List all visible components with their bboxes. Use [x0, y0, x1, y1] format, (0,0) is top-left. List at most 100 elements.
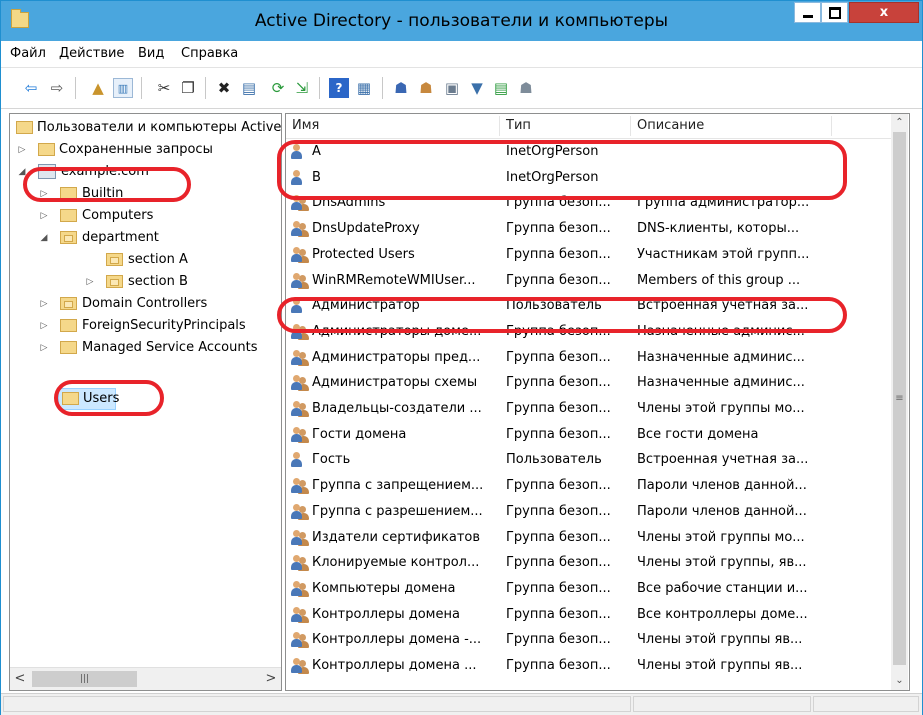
expand-arrow-icon[interactable]: ▷: [40, 293, 48, 315]
cut-icon[interactable]: ✂: [154, 78, 174, 98]
scroll-thumb[interactable]: ≡: [893, 132, 906, 665]
copy-icon[interactable]: ❐: [178, 78, 198, 98]
collapse-arrow-icon[interactable]: ◢: [40, 227, 48, 249]
scroll-right-icon[interactable]: >: [261, 668, 281, 690]
show-tree-icon[interactable]: ▥: [113, 78, 133, 98]
list-row[interactable]: Клонируемые контрол... Группа безоп... Чле…: [286, 551, 891, 575]
new-group-icon[interactable]: ☗: [416, 78, 436, 98]
cell-type: Группа безоп...: [506, 272, 611, 288]
list-row[interactable]: A InetOrgPerson: [286, 140, 891, 164]
list-row[interactable]: Группа с запрещением... Группа безоп... Па…: [286, 474, 891, 498]
list-header: Имя Тип Описание: [286, 114, 891, 139]
list-row[interactable]: Protected Users Группа безоп... Участникам…: [286, 243, 891, 267]
maximize-icon: [829, 7, 841, 19]
list-row[interactable]: Администраторы схемы Группа безоп... Назна…: [286, 371, 891, 395]
expand-arrow-icon[interactable]: ▷: [40, 183, 48, 205]
cell-type: Группа безоп...: [506, 478, 611, 494]
tree-item-computers[interactable]: ▷ Computers: [10, 205, 281, 227]
cell-description: Члены этой группы мо...: [637, 529, 805, 545]
scroll-up-icon[interactable]: ⌃: [891, 114, 908, 131]
expand-arrow-icon[interactable]: ▷: [40, 315, 48, 337]
list-row[interactable]: Группа с разрешением... Группа безоп... Па…: [286, 500, 891, 524]
column-header-description[interactable]: Описание: [631, 114, 831, 138]
tree-item-root[interactable]: Пользователи и компьютеры Active Directo…: [10, 117, 281, 139]
export-icon[interactable]: ⇲: [292, 78, 312, 98]
expand-arrow-icon[interactable]: ▷: [40, 337, 48, 359]
list-row[interactable]: Гости домена Группа безоп... Все гости дом…: [286, 423, 891, 447]
up-folder-icon[interactable]: ▲: [88, 78, 108, 98]
list-vertical-scrollbar[interactable]: ⌃ ≡ ⌄: [891, 114, 908, 690]
tree-item-department[interactable]: ◢ department: [10, 227, 281, 249]
tree-item-managed[interactable]: ▷ Managed Service Accounts: [10, 337, 281, 359]
tree-item-label: Computers: [82, 208, 154, 223]
filter-icon[interactable]: ▼: [467, 78, 487, 98]
back-arrow-icon[interactable]: ⇦: [21, 78, 41, 98]
tree-item-domain[interactable]: ◢ example.com: [10, 161, 281, 183]
list-row[interactable]: B InetOrgPerson: [286, 166, 891, 190]
list-row[interactable]: DnsAdmins Группа безоп... Группа администр…: [286, 191, 891, 215]
tree-item-builtin[interactable]: ▷ Builtin: [10, 183, 281, 205]
cell-type: Группа безоп...: [506, 221, 611, 237]
tree-item-section-a[interactable]: section A: [10, 249, 281, 271]
list-row[interactable]: Гость Пользователь Встроенная учетная за..…: [286, 448, 891, 472]
expand-arrow-icon[interactable]: ▷: [40, 205, 48, 227]
tree-item-users[interactable]: Users: [50, 388, 150, 410]
list-row[interactable]: Администратор Пользователь Встроенная учет…: [286, 294, 891, 318]
maximize-button[interactable]: [821, 2, 848, 23]
cell-description: Члены этой группы яв...: [637, 658, 803, 673]
tree-item-saved-queries[interactable]: ▷ Сохраненные запросы: [10, 139, 281, 161]
menu-file[interactable]: Файл: [10, 46, 46, 61]
status-bar: [1, 693, 922, 715]
minimize-button[interactable]: [794, 2, 821, 23]
list-row[interactable]: Контроллеры домена ... Группа безоп... Чле…: [286, 654, 891, 678]
cell-type: Пользователь: [506, 298, 602, 314]
close-button[interactable]: x: [849, 2, 919, 23]
cell-description: Участникам этой групп...: [637, 246, 810, 262]
list-row[interactable]: Контроллеры домена Группа безоп... Все кон…: [286, 603, 891, 627]
tree-item-section-b[interactable]: ▷ section B: [10, 271, 281, 293]
column-header-name[interactable]: Имя: [286, 114, 499, 138]
refresh-icon[interactable]: ⟳: [268, 78, 288, 98]
menu-view[interactable]: Вид: [138, 46, 164, 61]
find-icon[interactable]: ▤: [491, 78, 511, 98]
snapin-folder-icon: [16, 121, 33, 134]
delete-icon[interactable]: ✖: [214, 78, 234, 98]
list-row[interactable]: Контроллеры домена -... Группа безоп... Чл…: [286, 628, 891, 652]
snapin-icon[interactable]: ▦: [354, 78, 374, 98]
column-divider[interactable]: [831, 116, 832, 136]
expand-arrow-icon[interactable]: ▷: [86, 271, 94, 293]
collapse-arrow-icon[interactable]: ◢: [18, 161, 26, 183]
tree-item-label: Builtin: [82, 186, 124, 201]
properties-icon[interactable]: ▤: [239, 78, 259, 98]
list-row[interactable]: WinRMRemoteWMIUser... Группа безоп... Memb…: [286, 269, 891, 293]
new-ou-icon[interactable]: ▣: [442, 78, 462, 98]
list-row[interactable]: Компьютеры домена Группа безоп... Все рабо…: [286, 577, 891, 601]
list-pane[interactable]: Имя Тип Описание A InetOrgPerson B InetOrgP…: [285, 113, 910, 691]
menu-action[interactable]: Действие: [59, 46, 124, 61]
group-icon: [290, 323, 310, 340]
add-to-group-icon[interactable]: ☗: [516, 78, 536, 98]
tree-item-label: Пользователи и компьютеры Active Directo…: [37, 120, 282, 135]
menu-help[interactable]: Справка: [181, 46, 238, 61]
scroll-left-icon[interactable]: <: [10, 668, 30, 690]
tree-horizontal-scrollbar[interactable]: < ||| >: [10, 667, 281, 690]
list-row[interactable]: Администраторы доме... Группа безоп... Наз…: [286, 320, 891, 344]
new-user-icon[interactable]: ☗: [391, 78, 411, 98]
tree-item-foreign[interactable]: ▷ ForeignSecurityPrincipals: [10, 315, 281, 337]
title-bar[interactable]: Active Directory - пользователи и компью…: [1, 1, 922, 41]
forward-arrow-icon[interactable]: ⇨: [47, 78, 67, 98]
scroll-thumb[interactable]: |||: [32, 671, 137, 687]
cell-type: InetOrgPerson: [506, 144, 599, 159]
tree-pane[interactable]: Пользователи и компьютеры Active Directo…: [9, 113, 282, 691]
help-icon[interactable]: ?: [329, 78, 349, 98]
list-row[interactable]: Издатели сертификатов Группа безоп... Член…: [286, 526, 891, 550]
expand-arrow-icon[interactable]: ▷: [18, 139, 26, 161]
list-row[interactable]: Администраторы пред... Группа безоп... Наз…: [286, 346, 891, 370]
scroll-down-icon[interactable]: ⌄: [891, 672, 908, 689]
list-row[interactable]: DnsUpdateProxy Группа безоп... DNS-клиенты…: [286, 217, 891, 241]
toolbar-separator: [75, 77, 76, 99]
list-row[interactable]: Владельцы-создатели ... Группа безоп... Чл…: [286, 397, 891, 421]
cell-type: Группа безоп...: [506, 246, 611, 262]
column-header-type[interactable]: Тип: [500, 114, 630, 138]
tree-item-domain-controllers[interactable]: ▷ Domain Controllers: [10, 293, 281, 315]
